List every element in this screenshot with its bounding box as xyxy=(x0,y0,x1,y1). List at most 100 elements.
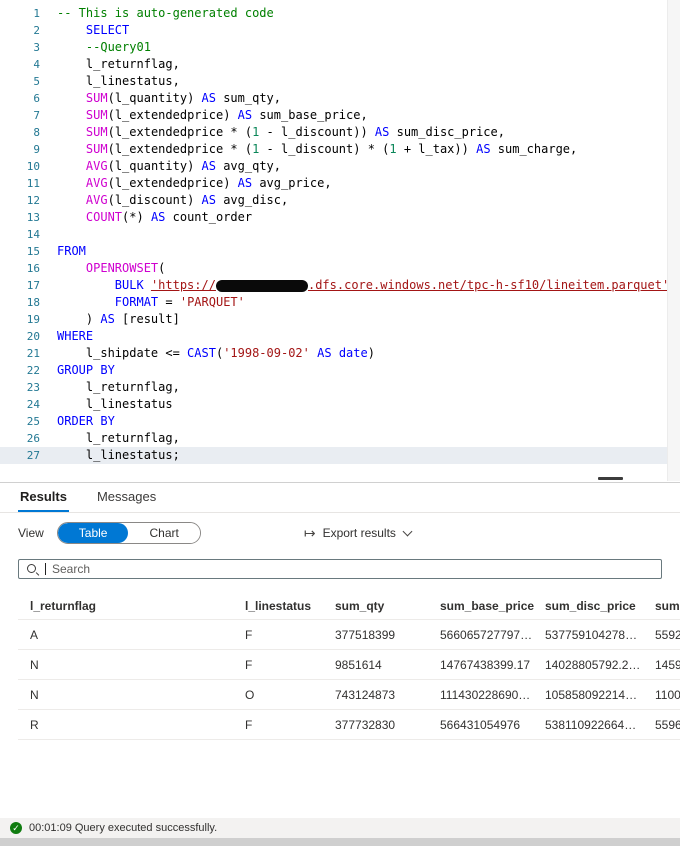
line-number: 15 xyxy=(0,243,40,260)
code-text: l_returnflag, xyxy=(57,379,180,396)
code-line[interactable]: 22 GROUP BY xyxy=(0,362,680,379)
table-row[interactable]: RF377732830566431054976538110922664…5596 xyxy=(18,710,680,740)
column-header[interactable]: sum xyxy=(655,599,680,613)
line-number: 18 xyxy=(0,294,40,311)
code-text: l_linestatus, xyxy=(57,73,180,90)
view-label: View xyxy=(18,526,44,540)
sql-editor[interactable]: 1 -- This is auto-generated code2 SELECT3… xyxy=(0,0,680,482)
table-cell: 9851614 xyxy=(335,658,440,672)
table-cell: 105858092214… xyxy=(545,688,655,702)
export-icon: ↦ xyxy=(304,525,316,542)
line-number: 9 xyxy=(0,141,40,158)
code-line[interactable]: 2 SELECT xyxy=(0,22,680,39)
code-line[interactable]: 27 l_linestatus; xyxy=(0,447,680,464)
code-line[interactable]: 4 l_returnflag, xyxy=(0,56,680,73)
code-line[interactable]: 26 l_returnflag, xyxy=(0,430,680,447)
table-cell: 5592 xyxy=(655,628,680,642)
line-number: 27 xyxy=(0,447,40,464)
table-cell: R xyxy=(30,718,245,732)
line-number: 26 xyxy=(0,430,40,447)
table-cell: F xyxy=(245,718,335,732)
status-message: 00:01:09 Query executed successfully. xyxy=(29,822,217,834)
code-line[interactable]: 7 SUM(l_extendedprice) AS sum_base_price… xyxy=(0,107,680,124)
code-text: l_linestatus; xyxy=(57,447,180,464)
code-line[interactable]: 21 l_shipdate <= CAST('1998-09-02' AS da… xyxy=(0,345,680,362)
code-line[interactable]: 6 SUM(l_quantity) AS sum_qty, xyxy=(0,90,680,107)
line-number: 14 xyxy=(0,226,40,243)
results-pane: Results Messages View Table Chart ↦ Expo… xyxy=(0,482,680,846)
table-row[interactable]: NF985161414767438399.1714028805792.2…145… xyxy=(18,650,680,680)
code-text: SUM(l_extendedprice) AS sum_base_price, xyxy=(57,107,368,124)
view-toggle: Table Chart xyxy=(57,522,201,544)
code-text: -- This is auto-generated code xyxy=(57,5,274,22)
column-header[interactable]: sum_qty xyxy=(335,599,440,613)
code-line[interactable]: 17 BULK 'https://.dfs.core.windows.net/t… xyxy=(0,277,680,294)
text-caret xyxy=(45,563,46,575)
table-cell: 14767438399.17 xyxy=(440,658,545,672)
tab-results[interactable]: Results xyxy=(18,483,69,512)
code-text: AVG(l_extendedprice) AS avg_price, xyxy=(57,175,332,192)
code-line[interactable]: 13 COUNT(*) AS count_order xyxy=(0,209,680,226)
line-number: 13 xyxy=(0,209,40,226)
editor-scrollbar-track[interactable] xyxy=(667,0,680,481)
code-text: WHERE xyxy=(57,328,93,345)
line-number: 3 xyxy=(0,39,40,56)
table-cell: 1459 xyxy=(655,658,680,672)
column-header[interactable]: sum_disc_price xyxy=(545,599,655,613)
table-cell: 377518399 xyxy=(335,628,440,642)
code-line[interactable]: 8 SUM(l_extendedprice * (1 - l_discount)… xyxy=(0,124,680,141)
code-line[interactable]: 18 FORMAT = 'PARQUET' xyxy=(0,294,680,311)
tab-messages[interactable]: Messages xyxy=(95,483,158,512)
code-text: SUM(l_quantity) AS sum_qty, xyxy=(57,90,281,107)
column-header[interactable]: sum_base_price xyxy=(440,599,545,613)
line-number: 4 xyxy=(0,56,40,73)
code-line[interactable]: 25ORDER BY xyxy=(0,413,680,430)
code-text: l_returnflag, xyxy=(57,430,180,447)
table-cell: 538110922664… xyxy=(545,718,655,732)
line-number: 2 xyxy=(0,22,40,39)
status-bar: ✓ 00:01:09 Query executed successfully. xyxy=(0,818,680,838)
table-row[interactable]: AF377518399566065727797…537759104278…559… xyxy=(18,620,680,650)
code-line[interactable]: 11 AVG(l_extendedprice) AS avg_price, xyxy=(0,175,680,192)
code-line[interactable]: 14 xyxy=(0,226,680,243)
code-line[interactable]: 5 l_linestatus, xyxy=(0,73,680,90)
line-number: 23 xyxy=(0,379,40,396)
code-line[interactable]: 20WHERE xyxy=(0,328,680,345)
horizontal-scrollbar-thumb[interactable] xyxy=(598,477,623,480)
table-cell: 14028805792.2… xyxy=(545,658,655,672)
code-line[interactable]: 12 AVG(l_discount) AS avg_disc, xyxy=(0,192,680,209)
line-number: 19 xyxy=(0,311,40,328)
code-line[interactable]: 24 l_linestatus xyxy=(0,396,680,413)
search-icon xyxy=(26,563,39,576)
code-line[interactable]: 15FROM xyxy=(0,243,680,260)
view-toggle-chart[interactable]: Chart xyxy=(128,523,199,543)
code-line[interactable]: 23 l_returnflag, xyxy=(0,379,680,396)
search-input[interactable] xyxy=(52,562,654,576)
line-number: 1 xyxy=(0,5,40,22)
code-line[interactable]: 10 AVG(l_quantity) AS avg_qty, xyxy=(0,158,680,175)
export-results-button[interactable]: ↦ Export results xyxy=(304,525,411,542)
code-line[interactable]: 3 --Query01 xyxy=(0,39,680,56)
table-cell: 111430228690… xyxy=(440,688,545,702)
table-cell: 5596 xyxy=(655,718,680,732)
line-number: 8 xyxy=(0,124,40,141)
table-cell: A xyxy=(30,628,245,642)
line-number: 5 xyxy=(0,73,40,90)
code-text: SUM(l_extendedprice * (1 - l_discount) *… xyxy=(57,141,577,158)
view-toggle-table[interactable]: Table xyxy=(58,523,129,543)
code-line[interactable]: 19 ) AS [result] xyxy=(0,311,680,328)
table-cell: N xyxy=(30,688,245,702)
table-cell: 566065727797… xyxy=(440,628,545,642)
code-line[interactable]: 16 OPENROWSET( xyxy=(0,260,680,277)
code-line[interactable]: 1 -- This is auto-generated code xyxy=(0,5,680,22)
column-header[interactable]: l_returnflag xyxy=(30,599,245,613)
code-text: FORMAT = 'PARQUET' xyxy=(57,294,245,311)
code-text: GROUP BY xyxy=(57,362,115,379)
line-number: 22 xyxy=(0,362,40,379)
bottom-strip xyxy=(0,838,680,846)
view-row: View Table Chart ↦ Export results xyxy=(18,522,662,544)
table-row[interactable]: NO743124873111430228690…105858092214…110… xyxy=(18,680,680,710)
line-number: 24 xyxy=(0,396,40,413)
code-line[interactable]: 9 SUM(l_extendedprice * (1 - l_discount)… xyxy=(0,141,680,158)
column-header[interactable]: l_linestatus xyxy=(245,599,335,613)
